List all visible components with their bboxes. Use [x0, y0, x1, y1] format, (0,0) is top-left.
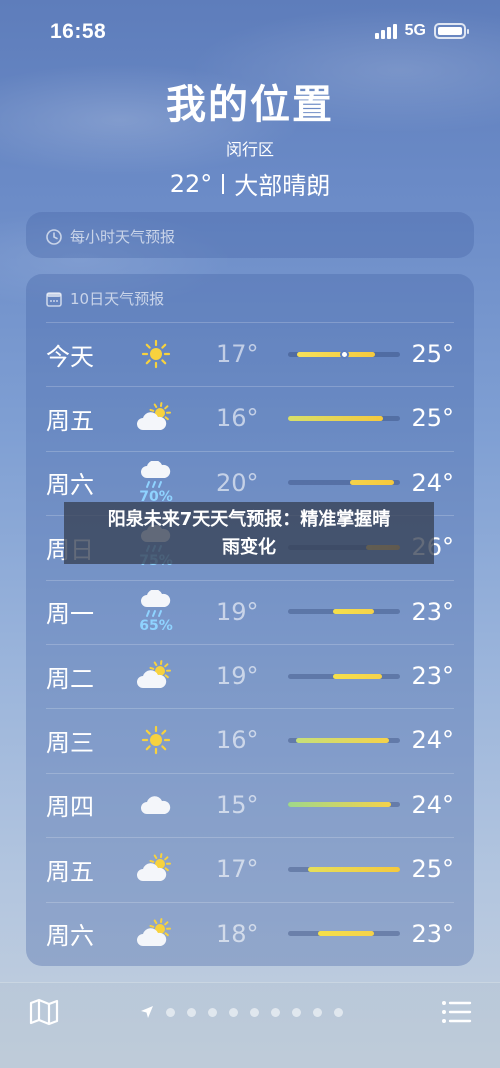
calendar-icon: [46, 291, 62, 307]
low-temperature: 19°: [216, 597, 259, 626]
banner-line-2: 雨变化: [222, 537, 276, 558]
high-temperature: 24°: [411, 468, 454, 497]
page-dot[interactable]: [334, 1007, 343, 1017]
partly-cloudy-icon: [134, 841, 178, 897]
status-time: 16:58: [50, 20, 107, 43]
partly-cloudy-icon: [134, 906, 178, 962]
high-temperature: 24°: [411, 790, 454, 819]
low-temperature: 19°: [216, 662, 259, 690]
high-temperature: 23°: [411, 662, 454, 690]
rain-icon: 65%: [134, 584, 178, 640]
forecast-row[interactable]: 周四 15° 24°: [26, 772, 474, 837]
temperature-range-fill: [349, 480, 395, 486]
daily-card-title: 10日天气预报: [70, 290, 165, 308]
page-dot[interactable]: [313, 1007, 322, 1017]
current-condition: 大部晴朗: [234, 172, 331, 200]
temperature-range-bar: [288, 802, 400, 808]
location-title: 我的位置: [166, 82, 334, 128]
location-arrow-icon: [141, 1006, 153, 1018]
low-temperature: 17°: [216, 855, 259, 884]
partly-cloudy-icon: [134, 390, 178, 446]
temperature-range-fill: [332, 673, 383, 679]
divider: [222, 173, 225, 194]
page-dot[interactable]: [208, 1007, 217, 1017]
page-dot[interactable]: [166, 1007, 175, 1017]
high-temperature: 25°: [411, 340, 454, 368]
temperature-range-bar: [288, 349, 400, 359]
forecast-row[interactable]: 今天 17° 25°: [26, 322, 474, 386]
high-temperature: 25°: [411, 855, 454, 884]
low-temperature: 17°: [216, 340, 259, 368]
page-dot[interactable]: [187, 1007, 196, 1017]
sun-icon: [134, 326, 178, 382]
page-dot[interactable]: [250, 1007, 259, 1017]
forecast-row[interactable]: 周五 17° 25°: [26, 837, 474, 901]
low-temperature: 18°: [216, 919, 259, 948]
forecast-row[interactable]: 周一 65% 19° 23°: [26, 579, 474, 644]
temperature-range-fill: [332, 609, 375, 615]
low-temperature: 16°: [216, 726, 259, 755]
temperature-range-fill: [308, 866, 400, 872]
high-temperature: 23°: [411, 919, 454, 948]
temperature-range-bar: [288, 415, 400, 421]
current-summary: 22° 大部晴朗: [0, 166, 500, 201]
temperature-range-fill: [318, 931, 375, 937]
forecast-day: 周三: [46, 728, 94, 757]
bottom-toolbar: [0, 982, 500, 1068]
partly-cloudy-icon: [134, 648, 178, 704]
status-bar: 16:58 5G: [0, 18, 500, 48]
forecast-row[interactable]: 周六 18° 23°: [26, 901, 474, 966]
forecast-row[interactable]: 周五 16° 25°: [26, 386, 474, 450]
sun-icon: [134, 712, 178, 768]
list-icon[interactable]: [440, 997, 472, 1027]
forecast-day: 周四: [46, 793, 94, 822]
temperature-range-fill: [296, 351, 376, 357]
forecast-row[interactable]: 周二 19° 23°: [26, 644, 474, 708]
forecast-day: 周六: [46, 471, 94, 500]
temperature-range-fill: [295, 737, 389, 743]
district-label: 闵行区: [225, 140, 274, 159]
page-dot[interactable]: [271, 1007, 280, 1017]
precipitation-chance: 65%: [139, 617, 173, 634]
temperature-range-bar: [288, 737, 400, 743]
high-temperature: 24°: [411, 726, 454, 755]
weather-header: 我的位置 闵行区 22° 大部晴朗: [0, 72, 500, 201]
banner-line-1: 阳泉未来7天天气预报：精准掌握晴: [107, 509, 391, 530]
page-dot[interactable]: [229, 1007, 238, 1017]
clock-icon: [46, 228, 62, 245]
temperature-range-fill: [288, 415, 384, 421]
daily-forecast-card: 10日天气预报 今天17°25°周五16°25°周六70%20°24°周日75%…: [26, 274, 474, 966]
forecast-day: 周二: [46, 664, 94, 693]
page-dot[interactable]: [292, 1007, 301, 1017]
overlay-headline-banner: 阳泉未来7天天气预报：精准掌握晴 雨变化: [64, 502, 434, 564]
forecast-day: 周五: [46, 857, 94, 886]
temperature-range-bar: [288, 609, 400, 615]
temperature-range-bar: [288, 480, 400, 486]
temperature-range-bar: [288, 931, 400, 937]
forecast-row[interactable]: 周三 16° 24°: [26, 708, 474, 772]
page-indicator[interactable]: [140, 1005, 343, 1019]
forecast-day: 周一: [46, 600, 94, 629]
current-temperature: 22°: [169, 169, 213, 198]
low-temperature: 20°: [216, 468, 259, 497]
status-icons: 5G: [374, 22, 469, 40]
forecast-day: 周五: [46, 406, 94, 435]
forecast-day: 今天: [46, 342, 94, 371]
network-type: 5G: [404, 22, 426, 39]
map-icon[interactable]: [28, 997, 60, 1027]
battery-icon: [434, 23, 469, 39]
hourly-card-title: 每小时天气预报: [70, 228, 176, 246]
current-temperature-marker: [339, 349, 349, 359]
high-temperature: 25°: [411, 404, 454, 433]
temperature-range-bar: [288, 866, 400, 872]
temperature-range-fill: [288, 802, 392, 808]
temperature-range-bar: [288, 673, 400, 679]
low-temperature: 16°: [216, 404, 259, 433]
high-temperature: 23°: [411, 597, 454, 626]
cloud-icon: [134, 777, 178, 833]
low-temperature: 15°: [216, 790, 259, 819]
hourly-forecast-card[interactable]: 每小时天气预报: [26, 212, 474, 258]
cellular-signal-icon: [374, 23, 397, 39]
forecast-day: 周六: [46, 922, 94, 951]
